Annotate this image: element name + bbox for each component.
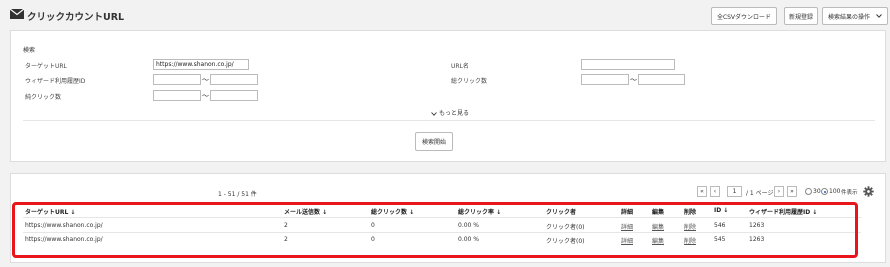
csv-download-button[interactable]: 全CSVダウンロード bbox=[711, 7, 777, 25]
url-name-input[interactable] bbox=[581, 59, 675, 70]
wizard-id-label: ウィザード利用履歴ID bbox=[25, 78, 86, 85]
more-link[interactable]: もっと見る bbox=[431, 108, 469, 117]
page-total-text: / 1 ページ bbox=[746, 190, 774, 197]
per-page-30-label: 30 bbox=[813, 188, 821, 195]
prev-page-button[interactable]: ‹ bbox=[710, 186, 720, 197]
unique-clicks-to-input[interactable] bbox=[210, 90, 258, 101]
first-page-button[interactable]: « bbox=[697, 186, 707, 197]
url-name-label: URL名 bbox=[451, 63, 469, 70]
per-page-100-radio[interactable] bbox=[821, 188, 828, 195]
chevron-down-icon bbox=[876, 14, 882, 18]
per-page-suffix: 件表示 bbox=[841, 190, 858, 196]
last-page-button[interactable]: » bbox=[787, 186, 797, 197]
new-register-button[interactable]: 新規登録 bbox=[784, 7, 818, 25]
chevron-down-icon bbox=[431, 111, 437, 116]
record-count: 1 - 51 / 51 件 bbox=[218, 191, 257, 198]
search-start-button[interactable]: 検索開始 bbox=[415, 132, 453, 151]
wizard-id-to-input[interactable] bbox=[210, 74, 258, 85]
gear-icon[interactable] bbox=[863, 186, 874, 197]
unique-clicks-from-input[interactable] bbox=[153, 90, 201, 101]
target-url-label: ターゲットURL bbox=[25, 63, 67, 70]
search-panel: 検索 ターゲットURL https://www.shanon.co.jp/ UR… bbox=[10, 30, 886, 162]
range-separator: 〜 bbox=[630, 76, 637, 84]
next-page-button[interactable]: › bbox=[774, 186, 784, 197]
target-url-input[interactable]: https://www.shanon.co.jp/ bbox=[153, 59, 249, 70]
more-link-label: もっと見る bbox=[439, 110, 470, 117]
unique-clicks-label: 純クリック数 bbox=[25, 94, 62, 101]
mail-icon bbox=[10, 9, 24, 19]
highlight-box bbox=[12, 202, 858, 258]
range-separator: 〜 bbox=[202, 92, 209, 100]
page-header: クリックカウントURL 全CSVダウンロード 新規登録 検索結果の操作 bbox=[0, 0, 890, 30]
per-page-30-radio[interactable] bbox=[805, 188, 812, 195]
wizard-id-from-input[interactable] bbox=[153, 74, 201, 85]
result-operations-label: 検索結果の操作 bbox=[828, 13, 871, 21]
divider bbox=[23, 120, 875, 121]
result-operations-select[interactable]: 検索結果の操作 bbox=[822, 7, 888, 25]
range-separator: 〜 bbox=[202, 76, 209, 84]
page-title: クリックカウントURL bbox=[27, 12, 125, 23]
per-page-100-label: 100 bbox=[829, 188, 841, 195]
total-clicks-to-input[interactable] bbox=[638, 74, 685, 85]
search-section-label: 検索 bbox=[23, 47, 36, 54]
total-clicks-from-input[interactable] bbox=[581, 74, 629, 85]
total-clicks-label: 総クリック数 bbox=[451, 78, 488, 85]
page-number-input[interactable]: 1 bbox=[727, 186, 742, 197]
